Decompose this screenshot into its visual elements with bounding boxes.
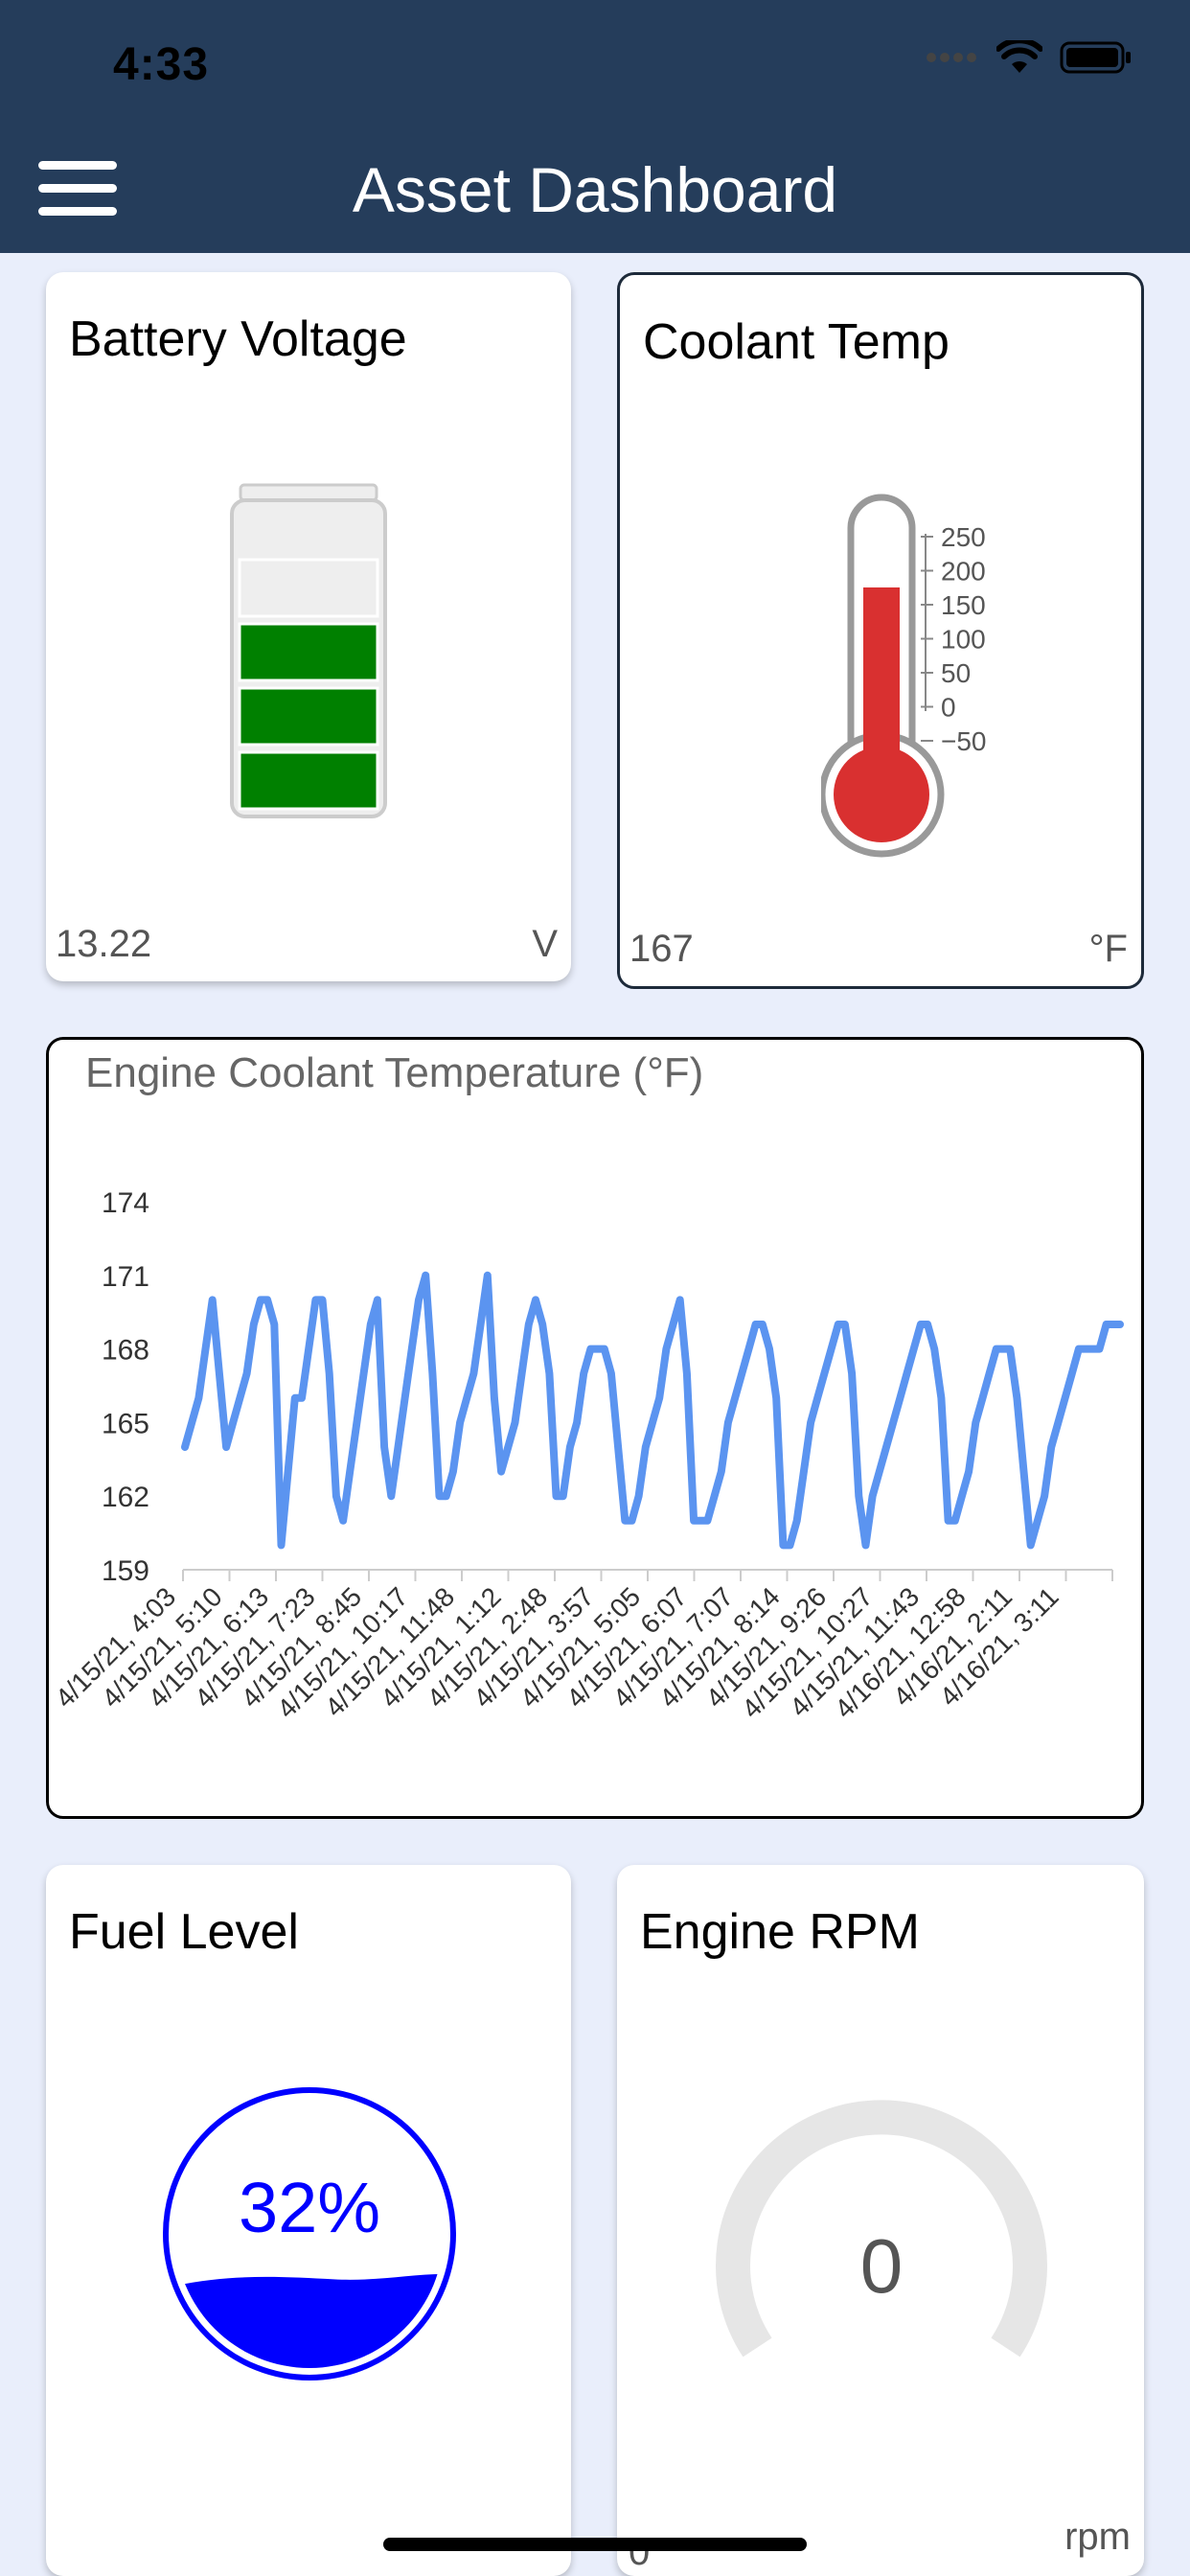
battery-voltage-unit: V — [532, 923, 558, 965]
y-tick-label: 171 — [102, 1261, 149, 1293]
thermometer-tick-label: 150 — [941, 590, 986, 620]
status-time: 4:33 — [113, 39, 210, 90]
engine-rpm-value: 0 — [860, 2223, 904, 2309]
battery-cell — [238, 686, 379, 747]
battery-voltage-value: 13.22 — [56, 923, 152, 965]
thermometer-tick-label: 250 — [941, 522, 986, 552]
battery-cell — [238, 750, 379, 811]
thermometer-tick-label: −50 — [941, 726, 987, 756]
engine-rpm-card[interactable]: Engine RPM 0 0 rpm — [617, 1865, 1144, 2576]
battery-voltage-title: Battery Voltage — [69, 311, 407, 367]
home-indicator[interactable] — [383, 2538, 807, 2551]
thermometer-tick-label: 200 — [941, 557, 986, 586]
y-tick-label: 162 — [102, 1482, 149, 1513]
app-header: 4:33 Asset Dashboard — [0, 0, 1190, 253]
battery-cell — [238, 622, 379, 682]
battery-gauge-icon — [230, 483, 387, 818]
y-tick-label: 159 — [102, 1555, 149, 1587]
battery-cell — [238, 558, 379, 618]
page-title: Asset Dashboard — [352, 154, 838, 225]
fuel-level-title: Fuel Level — [69, 1904, 299, 1960]
coolant-temperature-chart-card[interactable]: Engine Coolant Temperature (°F) 174 171 16… — [46, 1037, 1144, 1819]
y-tick-label: 168 — [102, 1335, 149, 1367]
y-tick-label: 165 — [102, 1408, 149, 1439]
rpm-gauge: 0 — [716, 2100, 1047, 2358]
fuel-level-card[interactable]: Fuel Level 32% — [46, 1865, 571, 2576]
thermometer-tick-label: 100 — [941, 625, 986, 655]
wifi-icon — [996, 40, 1042, 73]
battery-voltage-card[interactable]: Battery Voltage 13.22 V — [46, 272, 571, 981]
thermometer-icon: 250 200 150 10050 0−50 — [821, 494, 987, 858]
coolant-temp-card[interactable]: Coolant Temp 250 200 150 100 50 0 −50 167 °F — [617, 272, 1144, 989]
coolant-temperature-series-line — [181, 1271, 1124, 1550]
coolant-temp-value: 167 — [629, 928, 694, 970]
coolant-temp-unit: °F — [1088, 928, 1128, 970]
coolant-temperature-chart: 1741711681651621594/15/21, 4:034/15/21, … — [50, 1187, 1124, 1724]
status-icons — [926, 40, 1133, 75]
fuel-gauge: 32% — [163, 2087, 456, 2380]
thermometer-tick-label: 50 — [941, 658, 971, 688]
engine-rpm-unit: rpm — [1064, 2516, 1131, 2558]
signal-icon — [927, 53, 976, 62]
fuel-level-value: 32% — [239, 2168, 380, 2247]
y-tick-label: 174 — [102, 1187, 149, 1219]
battery-status-icon — [1060, 41, 1131, 74]
engine-rpm-title: Engine RPM — [640, 1904, 920, 1960]
thermometer-tick-label: 0 — [941, 693, 956, 723]
coolant-temp-title: Coolant Temp — [643, 314, 950, 370]
